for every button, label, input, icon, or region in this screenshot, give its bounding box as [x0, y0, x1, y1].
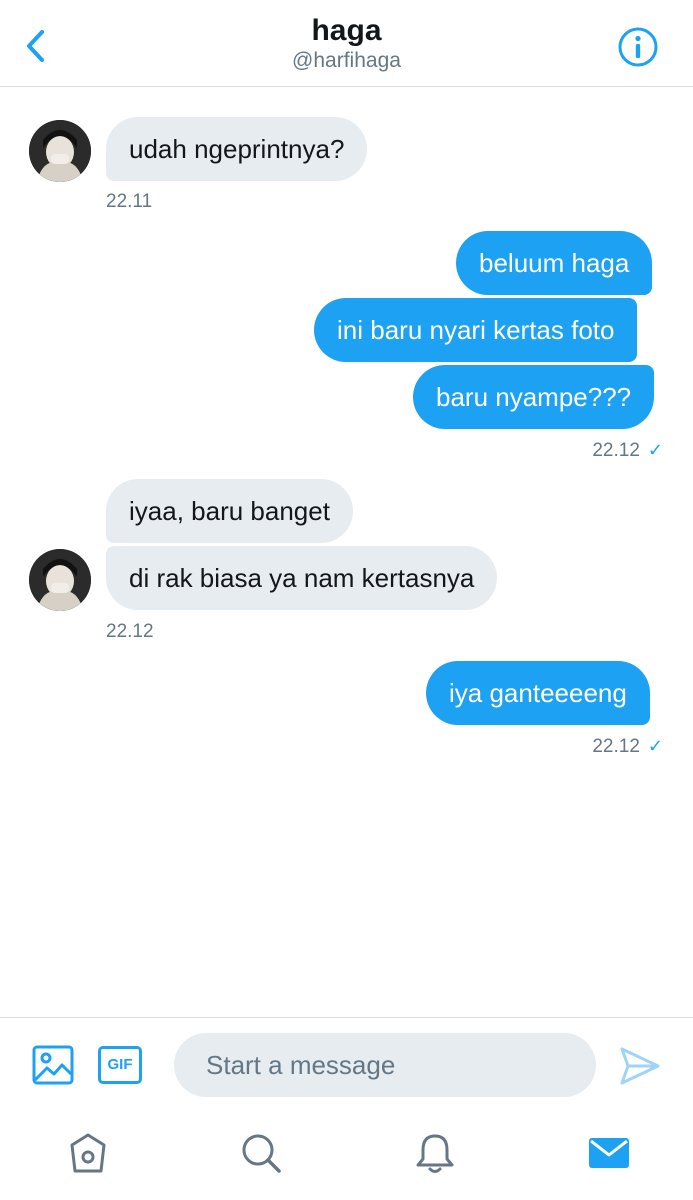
- message-bubble-outgoing[interactable]: baru nyampe???: [413, 365, 655, 429]
- avatar-photo: [29, 549, 91, 611]
- timestamp-text: 22.12: [592, 736, 640, 757]
- conversation-handle: @harfihaga: [292, 49, 401, 72]
- message-timestamp: 22.11: [106, 191, 153, 212]
- message-timestamp: 22.12 ✓: [592, 735, 663, 758]
- tab-home[interactable]: [66, 1131, 110, 1175]
- message-bubble-outgoing[interactable]: beluum haga: [456, 231, 653, 295]
- send-button[interactable]: [618, 1044, 662, 1088]
- check-icon: ✓: [647, 736, 663, 756]
- tab-bar: [0, 1113, 693, 1200]
- search-icon: [242, 1134, 281, 1173]
- add-gif-button[interactable]: GIF: [98, 1046, 142, 1084]
- conversation-title-block[interactable]: haga @harfihaga: [0, 12, 693, 74]
- message-bubble-incoming[interactable]: udah ngeprintnya?: [106, 117, 368, 181]
- timestamp-text: 22.12: [592, 440, 640, 461]
- home-icon: [70, 1133, 106, 1173]
- info-button[interactable]: [616, 25, 660, 69]
- message-composer: GIF: [0, 1017, 693, 1114]
- check-icon: ✓: [647, 440, 663, 460]
- conversation-title: haga: [311, 14, 382, 47]
- add-photo-button[interactable]: [32, 1044, 74, 1086]
- avatar[interactable]: [29, 120, 91, 182]
- send-icon: [620, 1047, 660, 1085]
- message-input[interactable]: [174, 1033, 596, 1097]
- message-timestamp: 22.12: [106, 621, 154, 642]
- image-icon: [32, 1045, 74, 1085]
- message-bubble-outgoing[interactable]: iya ganteeeeng: [426, 661, 650, 725]
- message-timestamp: 22.12 ✓: [592, 439, 663, 462]
- mail-icon: [589, 1138, 629, 1168]
- avatar-photo: [29, 120, 91, 182]
- info-icon: [618, 27, 658, 67]
- avatar[interactable]: [29, 549, 91, 611]
- message-bubble-incoming[interactable]: di rak biasa ya nam kertasnya: [106, 546, 498, 610]
- message-bubble-outgoing[interactable]: ini baru nyari kertas foto: [314, 298, 638, 362]
- conversation-header: haga @harfihaga: [0, 0, 693, 87]
- tab-notifications[interactable]: [413, 1131, 457, 1175]
- tab-messages[interactable]: [587, 1131, 631, 1175]
- message-bubble-incoming[interactable]: iyaa, baru banget: [106, 479, 353, 543]
- bell-icon: [416, 1134, 454, 1173]
- tab-search[interactable]: [239, 1131, 283, 1175]
